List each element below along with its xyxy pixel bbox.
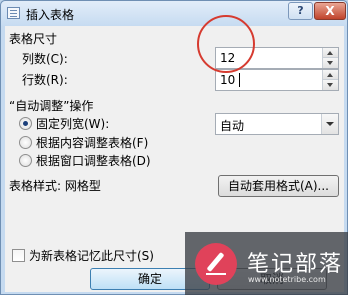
fit-content-radio[interactable] bbox=[19, 136, 32, 149]
columns-spinner-arrows bbox=[322, 48, 338, 68]
remember-size-checkbox[interactable] bbox=[12, 249, 25, 262]
table-icon bbox=[7, 7, 20, 19]
autoformat-button[interactable]: 自动套用格式(A)... bbox=[218, 175, 339, 197]
fit-window-label[interactable]: 根据窗口调整表格(D) bbox=[36, 154, 151, 168]
rows-label: 行数(R): bbox=[22, 73, 68, 87]
fit-window-radio[interactable] bbox=[19, 154, 32, 167]
columns-increment-icon[interactable] bbox=[323, 48, 338, 58]
rows-value[interactable]: 10 bbox=[220, 73, 235, 87]
help-button[interactable]: ? bbox=[288, 2, 313, 20]
annotation-circle bbox=[197, 15, 255, 73]
watermark-text: 笔记部落 bbox=[247, 252, 344, 277]
fixed-width-radio[interactable] bbox=[19, 117, 32, 130]
watermark-overlay: 笔记部落 www.notetribe.com bbox=[185, 232, 348, 295]
remember-size-label[interactable]: 为新表格记忆此尺寸(S) bbox=[29, 249, 154, 263]
fixed-width-value: 自动 bbox=[220, 119, 245, 133]
dialog-window: 插入表格 ? X 表格尺寸 列数(C): 12 行数(R): 10 “自动调整”… bbox=[0, 0, 348, 295]
close-button[interactable]: X bbox=[314, 2, 346, 20]
fit-content-label[interactable]: 根据内容调整表格(F) bbox=[36, 136, 148, 150]
fixed-width-select[interactable]: 自动 bbox=[215, 113, 339, 135]
chevron-down-icon[interactable] bbox=[321, 114, 338, 134]
pen-logo-icon bbox=[195, 243, 237, 285]
table-size-heading: 表格尺寸 bbox=[9, 32, 58, 46]
table-style-label: 表格样式: 网格型 bbox=[9, 179, 101, 193]
rows-spinner-arrows bbox=[322, 70, 338, 90]
rows-decrement-icon[interactable] bbox=[323, 80, 338, 90]
rows-spinner[interactable]: 10 bbox=[215, 69, 339, 91]
autofit-heading: “自动调整”操作 bbox=[9, 99, 94, 113]
window-title: 插入表格 bbox=[26, 8, 75, 22]
columns-label: 列数(C): bbox=[22, 52, 68, 66]
title-bar[interactable]: 插入表格 ? X bbox=[1, 1, 347, 26]
rows-increment-icon[interactable] bbox=[323, 70, 338, 80]
columns-decrement-icon[interactable] bbox=[323, 58, 338, 68]
text-caret bbox=[239, 73, 240, 87]
fixed-width-label[interactable]: 固定列宽(W): bbox=[36, 117, 109, 131]
watermark-url: www.notetribe.com bbox=[248, 275, 326, 284]
